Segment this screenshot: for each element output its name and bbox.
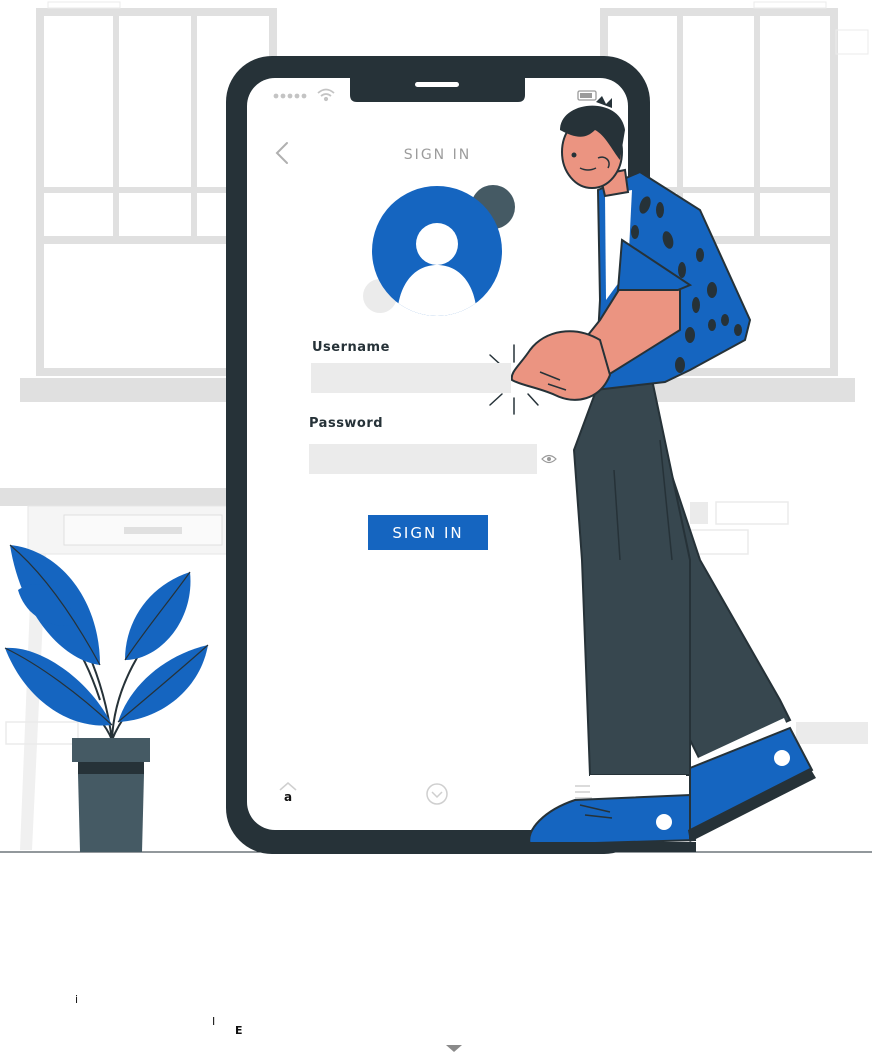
home-glyph: a bbox=[284, 790, 293, 804]
stray-glyph-1: i bbox=[75, 993, 79, 1006]
screen-title: SIGN IN bbox=[403, 147, 472, 163]
caret-down-icon bbox=[446, 1045, 462, 1052]
username-input[interactable] bbox=[311, 363, 511, 393]
password-label: Password bbox=[309, 416, 384, 431]
username-label: Username bbox=[312, 340, 390, 355]
sign-in-button[interactable]: SIGN IN bbox=[368, 515, 488, 550]
stray-glyph-3: E bbox=[235, 1024, 243, 1037]
stray-glyph-2: I bbox=[212, 1015, 216, 1028]
password-input[interactable] bbox=[309, 444, 537, 474]
